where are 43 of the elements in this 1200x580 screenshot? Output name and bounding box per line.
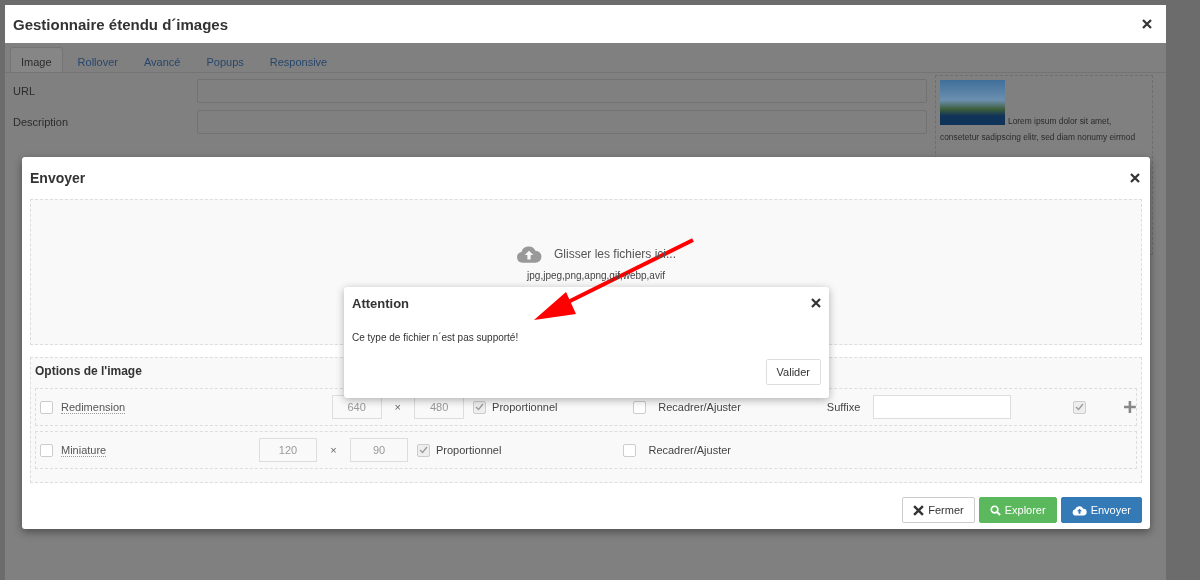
- checkbox[interactable]: [417, 443, 430, 457]
- checkbox[interactable]: [623, 443, 637, 457]
- tab[interactable]: Avancé: [132, 47, 192, 72]
- option-label: Redimension: [61, 401, 126, 414]
- options-title: Options de l'image: [35, 364, 142, 378]
- dialog-title: Attention: [352, 295, 410, 311]
- checkbox-label: Recadrer/Ajuster: [658, 401, 741, 413]
- tab[interactable]: Image: [10, 47, 63, 72]
- option-label: Miniature: [61, 444, 107, 457]
- tab[interactable]: Popups: [195, 47, 255, 72]
- checkbox-label: Proportionnel: [492, 401, 558, 413]
- plus-icon[interactable]: [1124, 401, 1136, 413]
- checkbox[interactable]: [40, 400, 53, 414]
- suffix-label: Suffixe: [826, 401, 861, 413]
- dialog-title: Gestionnaire étendu d´images: [13, 15, 229, 33]
- photo-placeholder: [940, 80, 1005, 125]
- field-label: URL: [13, 84, 36, 97]
- browse-button[interactable]: Explorer: [978, 497, 1057, 523]
- checkbox-label: Proportionnel: [436, 444, 502, 456]
- tab[interactable]: Rollover: [66, 47, 129, 72]
- times-sign: ×: [329, 444, 338, 456]
- close-icon[interactable]: [1130, 173, 1140, 183]
- upload-button[interactable]: Envoyer: [1060, 497, 1142, 523]
- alert-message: Ce type de fichier n´est pas supporté!: [352, 332, 520, 343]
- checkbox[interactable]: [40, 443, 53, 457]
- checkbox-label: Recadrer/Ajuster: [648, 444, 731, 456]
- search-icon: [989, 504, 1001, 516]
- close-icon[interactable]: [811, 298, 821, 308]
- close-icon[interactable]: [1142, 19, 1152, 29]
- cloud-upload-icon: [1071, 504, 1087, 516]
- close-icon: [913, 504, 925, 516]
- checkbox[interactable]: [633, 400, 647, 414]
- checkbox[interactable]: [1073, 400, 1087, 414]
- field-label: Description: [13, 115, 70, 128]
- dialog-title: Envoyer: [30, 170, 86, 186]
- confirm-button[interactable]: Valider: [765, 359, 821, 385]
- close-button[interactable]: Fermer: [902, 497, 975, 523]
- preview-text: Lorem ipsum dolor sit amet, consetetur sadipscing elitr, sed diam nonumy eirmod: [940, 115, 1137, 144]
- cloud-upload-icon: [516, 245, 542, 263]
- times-sign: ×: [393, 401, 403, 413]
- suffix-field[interactable]: [873, 395, 1012, 419]
- checkbox[interactable]: [473, 400, 487, 414]
- tab[interactable]: Responsive: [258, 47, 339, 72]
